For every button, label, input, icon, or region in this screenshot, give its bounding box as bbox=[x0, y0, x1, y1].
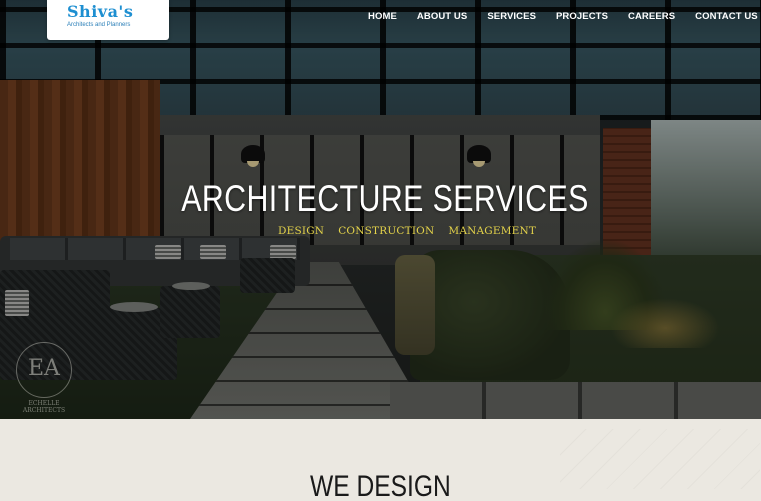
nav-item-contact-us[interactable]: CONTACT US bbox=[685, 11, 761, 23]
watermark-monogram: EA bbox=[28, 356, 60, 381]
hero-title: ARCHITECTURE SERVICES bbox=[181, 178, 589, 219]
hero-subtitle-construction: CONSTRUCTION bbox=[338, 225, 435, 237]
nav-item-careers[interactable]: CAREERS bbox=[618, 11, 685, 23]
site-logo[interactable]: Shiva's Architects and Planners bbox=[47, 0, 169, 40]
watermark-name: ECHELLE ARCHITECTS bbox=[19, 400, 69, 414]
section-title: WE DESIGN bbox=[310, 470, 451, 501]
nav-item-about-us[interactable]: ABOUT US bbox=[407, 11, 477, 23]
hero-subtitle-design: DESIGN bbox=[278, 225, 325, 237]
nav-item-home[interactable]: HOME bbox=[358, 11, 407, 23]
hero-banner: ARCHITECTURE SERVICES DESIGN CONSTRUCTIO… bbox=[0, 0, 761, 419]
hero-subtitle-management: MANAGEMENT bbox=[448, 225, 537, 237]
hero-subtitles: DESIGN CONSTRUCTION MANAGEMENT bbox=[278, 225, 536, 237]
watermark-name-line2: ARCHITECTS bbox=[22, 407, 66, 414]
nav-item-projects[interactable]: PROJECTS bbox=[546, 11, 618, 23]
logo-name: Shiva's bbox=[67, 2, 134, 21]
watermark-name-line1: ECHELLE bbox=[28, 400, 60, 407]
nav-item-services[interactable]: SERVICES bbox=[477, 11, 546, 23]
logo-tagline: Architects and Planners bbox=[67, 22, 131, 28]
main-nav: HOME ABOUT US SERVICES PROJECTS CAREERS … bbox=[358, 11, 761, 23]
